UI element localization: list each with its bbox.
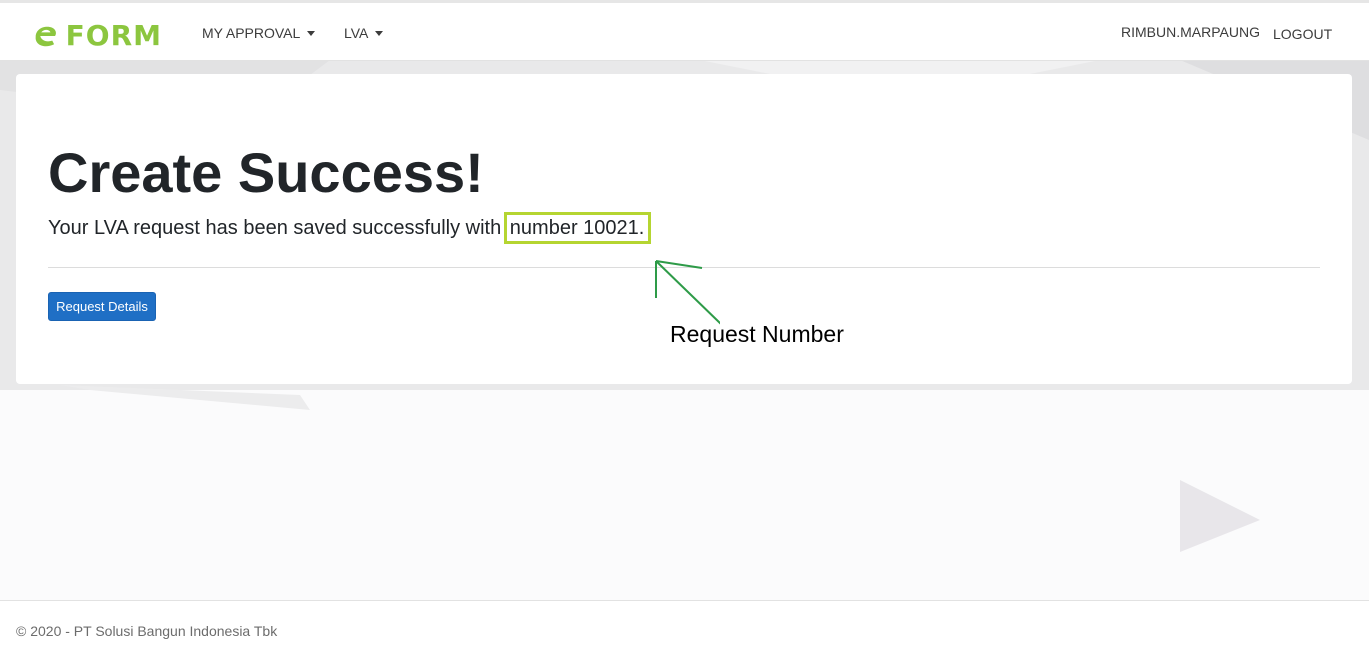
page: FORM MY APPROVAL LVA RIMBUN.MARPAUNG LOG…: [0, 0, 1369, 659]
menu-my-approval-label: MY APPROVAL: [202, 25, 301, 41]
background-triangle: [1180, 480, 1260, 552]
success-message: Your LVA request has been saved successf…: [48, 212, 652, 244]
request-details-button[interactable]: Request Details: [48, 292, 156, 321]
page-title: Create Success!: [48, 141, 484, 204]
logout-link[interactable]: LOGOUT: [1273, 26, 1332, 42]
eform-logo[interactable]: FORM: [32, 21, 162, 51]
menu-lva-label: LVA: [344, 25, 369, 41]
eform-logo-icon: [35, 26, 56, 47]
request-number-highlight: number 10021.: [503, 212, 652, 244]
footer: © 2020 - PT Solusi Bangun Indonesia Tbk: [0, 600, 1369, 659]
chevron-down-icon: [375, 30, 384, 36]
user-name[interactable]: RIMBUN.MARPAUNG: [1121, 24, 1260, 40]
success-message-text: Your LVA request has been saved successf…: [48, 217, 507, 239]
logo-text: FORM: [65, 19, 162, 52]
menu-lva[interactable]: LVA: [344, 25, 384, 41]
footer-copyright: © 2020 - PT Solusi Bangun Indonesia Tbk: [16, 623, 278, 639]
annotation-arrow-icon: [655, 260, 720, 325]
menu-my-approval[interactable]: MY APPROVAL: [202, 25, 316, 41]
annotation-label: Request Number: [670, 321, 844, 347]
chevron-down-icon: [307, 30, 316, 36]
top-navbar: FORM MY APPROVAL LVA RIMBUN.MARPAUNG LOG…: [0, 0, 1369, 61]
